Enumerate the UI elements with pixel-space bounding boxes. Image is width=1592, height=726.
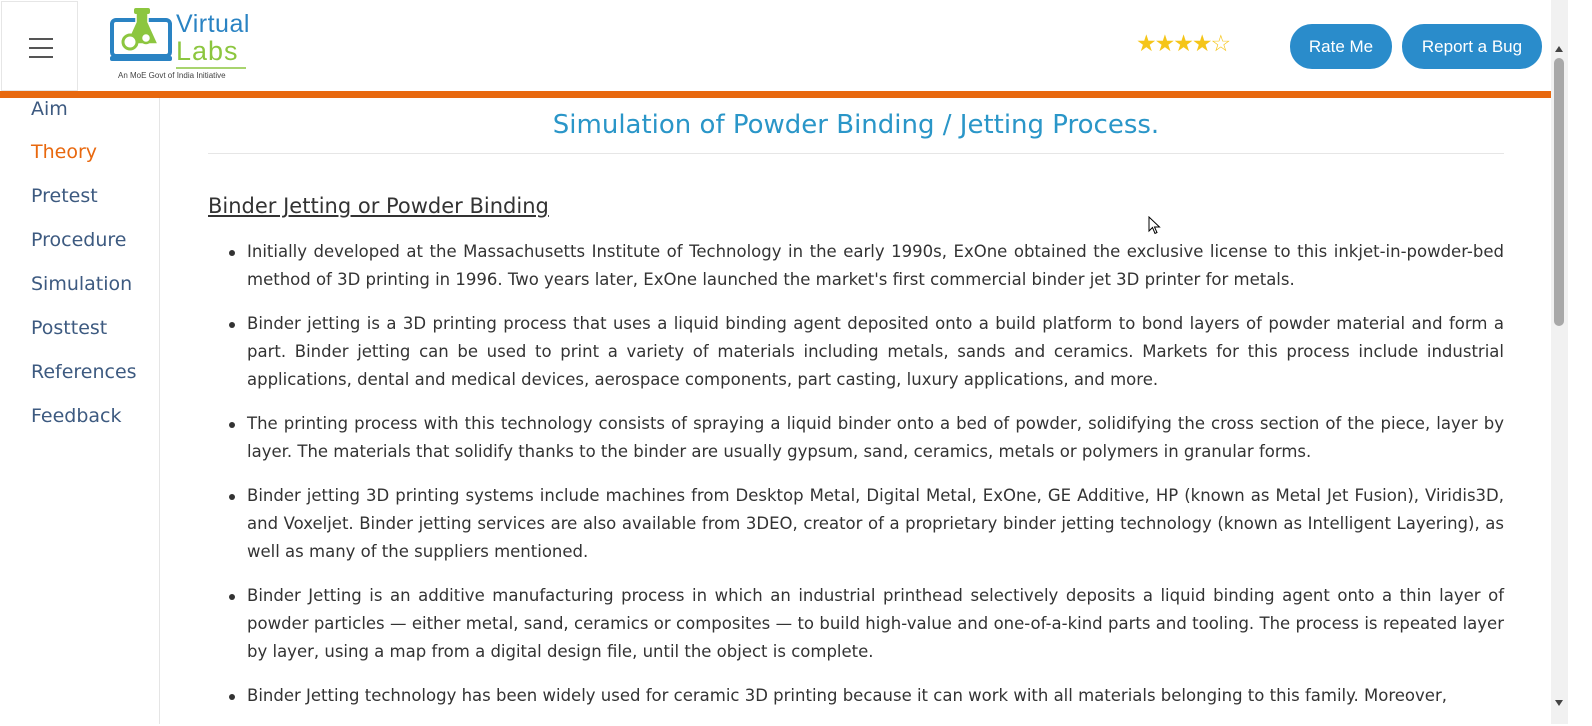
star-filled-icon[interactable]: ★ xyxy=(1192,31,1213,57)
mouse-cursor-icon xyxy=(1148,216,1161,235)
list-item: Initially developed at the Massachusetts… xyxy=(208,238,1504,294)
list-item: Binder jetting 3D printing systems inclu… xyxy=(208,482,1504,566)
header-accent-bar xyxy=(0,91,1551,98)
sidebar-nav: Aim Theory Pretest Procedure Simulation … xyxy=(0,98,160,724)
rating-stars[interactable]: ★★★★☆ xyxy=(1136,30,1232,58)
sidebar-item-simulation[interactable]: Simulation xyxy=(31,273,132,295)
sidebar-item-feedback[interactable]: Feedback xyxy=(31,405,121,427)
logo-tagline: An MoE Govt of India Initiative xyxy=(118,71,226,80)
star-filled-icon[interactable]: ★ xyxy=(1136,31,1157,57)
list-item: Binder jetting is a 3D printing process … xyxy=(208,310,1504,394)
theory-bullet-list: Initially developed at the Massachusetts… xyxy=(208,238,1504,726)
scrollbar-thumb[interactable] xyxy=(1554,58,1564,326)
list-item: The printing process with this technolog… xyxy=(208,410,1504,466)
scroll-down-arrow-icon[interactable] xyxy=(1555,700,1563,706)
rate-me-button[interactable]: Rate Me xyxy=(1290,24,1392,69)
report-bug-button[interactable]: Report a Bug xyxy=(1402,24,1542,69)
star-filled-icon[interactable]: ★ xyxy=(1173,31,1194,57)
sidebar-item-aim[interactable]: Aim xyxy=(31,98,68,120)
hamburger-icon xyxy=(29,38,53,58)
logo-word-virtual: Virtual xyxy=(176,10,250,38)
vertical-scrollbar[interactable] xyxy=(1551,0,1568,724)
section-heading: Binder Jetting or Powder Binding xyxy=(208,194,549,218)
sidebar-item-posttest[interactable]: Posttest xyxy=(31,317,107,339)
sidebar-item-procedure[interactable]: Procedure xyxy=(31,229,126,251)
star-filled-icon[interactable]: ★ xyxy=(1155,31,1176,57)
list-item: Binder Jetting is an additive manufactur… xyxy=(208,582,1504,666)
title-divider xyxy=(208,153,1504,154)
site-header: Virtual Labs An MoE Govt of India Initia… xyxy=(0,0,1568,91)
star-empty-icon[interactable]: ☆ xyxy=(1211,31,1232,57)
page-title: Simulation of Powder Binding / Jetting P… xyxy=(552,110,1160,140)
list-item: Binder Jetting technology has been widel… xyxy=(208,682,1504,710)
sidebar-item-pretest[interactable]: Pretest xyxy=(31,185,98,207)
scroll-up-arrow-icon[interactable] xyxy=(1555,46,1563,52)
sidebar-item-theory[interactable]: Theory xyxy=(31,141,97,163)
logo-word-labs: Labs xyxy=(176,36,239,66)
sidebar-item-references[interactable]: References xyxy=(31,361,137,383)
menu-toggle-button[interactable] xyxy=(1,1,78,91)
